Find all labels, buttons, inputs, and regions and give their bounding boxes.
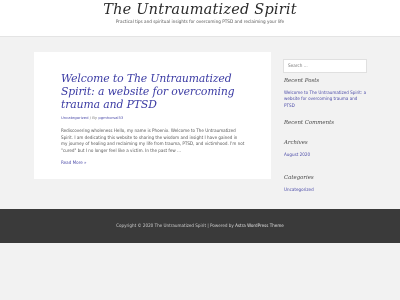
copyright-text: Copyright © 2020 The Untraumatized Spiri…: [116, 223, 234, 228]
categories-widget: Categories Uncategorized: [284, 175, 314, 193]
theme-credit-link[interactable]: Astra WordPress Theme: [235, 223, 284, 228]
category-link[interactable]: Uncategorized: [284, 187, 314, 193]
search-input[interactable]: [283, 58, 367, 73]
post-title-link[interactable]: Welcome to The Untraumatized Spirit: a w…: [61, 72, 245, 111]
author-prefix: By: [92, 115, 98, 120]
post-author-link[interactable]: pgmhorsal53: [98, 115, 123, 120]
recent-comments-widget: Recent Comments: [284, 120, 334, 126]
meta-separator: /: [89, 115, 92, 120]
site-header: The Untraumatized Spirit Practical tips …: [0, 0, 400, 37]
post-excerpt: Rediscovering wholeness Hello, my name i…: [61, 128, 245, 153]
read-more-link[interactable]: Read More »: [61, 160, 245, 165]
archives-widget: Archives August 2020: [284, 140, 310, 158]
archives-title: Archives: [284, 140, 308, 146]
site-title-link[interactable]: The Untraumatized Spirit: [0, 0, 400, 18]
recent-comments-title: Recent Comments: [284, 120, 334, 126]
post-category-link[interactable]: Uncategorized: [61, 115, 89, 120]
sidebar: Recent Posts Welcome to The Untraumatize…: [283, 52, 367, 192]
recent-post-link[interactable]: Welcome to The Untraumatized Spirit: a w…: [284, 90, 368, 109]
categories-title: Categories: [284, 175, 314, 181]
site-tagline: Practical tips and spiritual insights fo…: [115, 19, 285, 24]
site-footer: Copyright © 2020 The Untraumatized Spiri…: [0, 209, 400, 243]
post-meta: Uncategorized / By pgmhorsal53: [61, 115, 245, 120]
recent-posts-title: Recent Posts: [284, 78, 320, 84]
recent-posts-widget: Recent Posts Welcome to The Untraumatize…: [284, 78, 368, 109]
post-card: Welcome to The Untraumatized Spirit: a w…: [34, 52, 271, 179]
archive-link[interactable]: August 2020: [284, 152, 310, 158]
